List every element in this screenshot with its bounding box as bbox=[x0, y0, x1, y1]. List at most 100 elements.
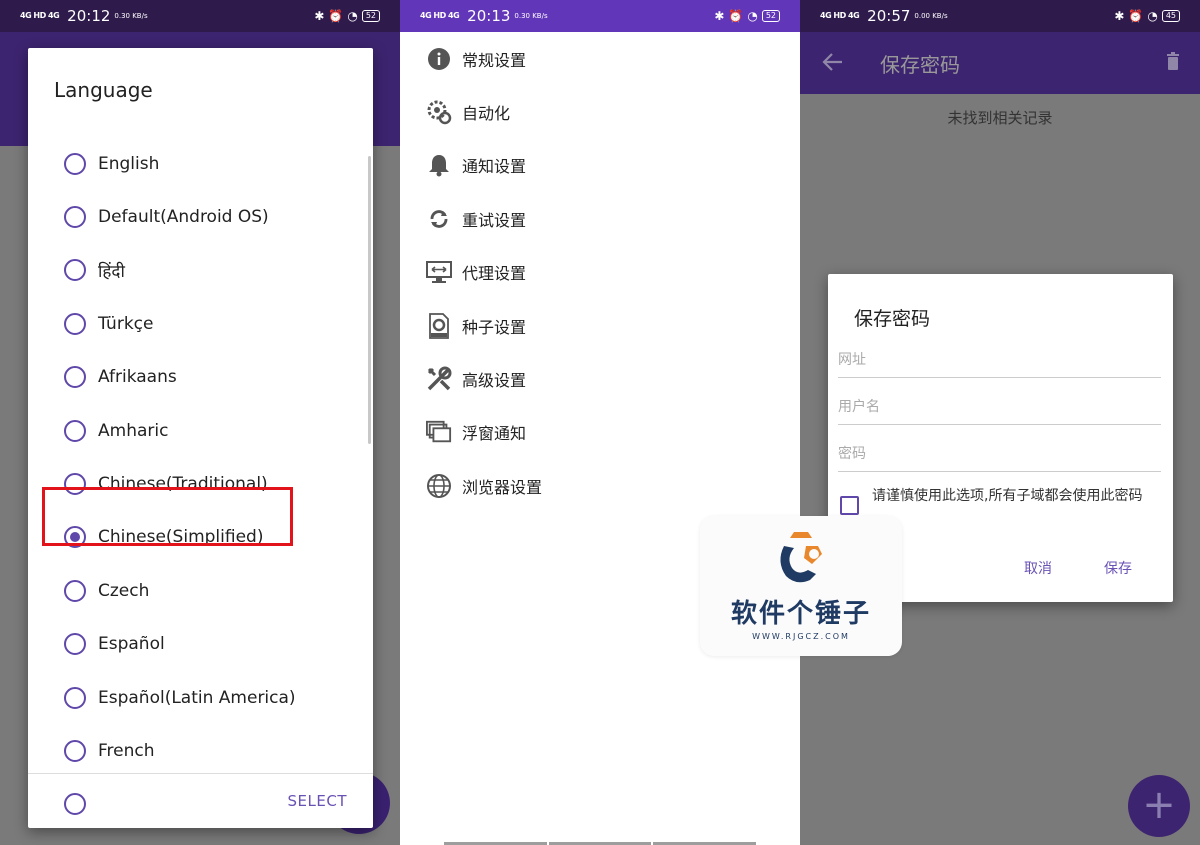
settings-menu-item[interactable]: 重试设置 bbox=[400, 192, 800, 245]
language-option[interactable]: English bbox=[28, 137, 373, 190]
signal-indicator: 4G HD 4G bbox=[820, 11, 860, 20]
language-label: English bbox=[98, 153, 160, 174]
settings-screen: 4G HD 4G 20:13 0.30 KB/s ✱ ⏰ ◔ 52 常规设置自动… bbox=[400, 0, 800, 845]
add-button[interactable]: + bbox=[1128, 775, 1190, 837]
divider bbox=[28, 773, 373, 774]
cancel-button[interactable]: 取消 bbox=[1024, 558, 1052, 578]
language-option[interactable]: Afrikaans bbox=[28, 351, 373, 404]
language-option[interactable]: Español bbox=[28, 618, 373, 671]
radio-unchecked-icon[interactable] bbox=[64, 206, 86, 229]
network-speed: 0.00 KB/s bbox=[914, 12, 948, 20]
save-button[interactable]: 保存 bbox=[1104, 558, 1132, 578]
back-arrow-icon[interactable] bbox=[822, 50, 844, 74]
wifi-icon: ◔ bbox=[747, 9, 758, 23]
radio-unchecked-icon[interactable] bbox=[64, 686, 86, 709]
alarm-icon: ⏰ bbox=[1128, 9, 1144, 23]
globe-icon bbox=[426, 473, 452, 499]
radio-unchecked-icon[interactable] bbox=[64, 579, 86, 602]
alarm-icon: ⏰ bbox=[328, 9, 344, 23]
url-input[interactable] bbox=[838, 346, 1161, 368]
settings-menu-item[interactable]: 代理设置 bbox=[400, 246, 800, 299]
status-bar: 4G HD 4G 20:57 0.00 KB/s ✱ ⏰ ◔ 45 bbox=[800, 0, 1200, 32]
settings-menu-item[interactable]: 自动化 bbox=[400, 85, 800, 138]
language-option[interactable]: Español(Latin America) bbox=[28, 671, 373, 724]
save-password-screen: 4G HD 4G 20:57 0.00 KB/s ✱ ⏰ ◔ 45 保存密码 未… bbox=[800, 0, 1200, 845]
battery-indicator: 45 bbox=[1161, 10, 1180, 22]
password-input[interactable] bbox=[838, 440, 1161, 462]
radio-unchecked-icon[interactable] bbox=[64, 633, 86, 656]
dialog-title: Language bbox=[54, 78, 153, 102]
menu-item-label: 通知设置 bbox=[462, 157, 527, 177]
signal-indicator: 4G HD 4G bbox=[420, 11, 460, 20]
alarm-icon: ⏰ bbox=[728, 9, 744, 23]
floating-window-icon bbox=[426, 419, 452, 445]
refresh-icon bbox=[426, 206, 452, 232]
menu-item-label: 浏览器设置 bbox=[462, 477, 543, 497]
language-label: Türkçe bbox=[98, 313, 154, 334]
checkbox-label: 请谨慎使用此选项,所有子域都会使用此密码 bbox=[872, 488, 1143, 504]
automation-icon bbox=[426, 99, 452, 125]
radio-unchecked-icon[interactable] bbox=[64, 366, 86, 389]
subdomain-checkbox[interactable] bbox=[840, 496, 859, 515]
language-label: हिंदी bbox=[98, 261, 125, 282]
network-speed: 0.30 KB/s bbox=[514, 12, 548, 20]
network-speed: 0.30 KB/s bbox=[114, 12, 148, 20]
radio-unchecked-icon[interactable] bbox=[64, 419, 86, 442]
bluetooth-icon: ✱ bbox=[1114, 9, 1125, 23]
settings-menu-item[interactable]: 浮窗通知 bbox=[400, 406, 800, 459]
selection-highlight-box bbox=[42, 487, 293, 546]
settings-menu-item[interactable]: 高级设置 bbox=[400, 352, 800, 405]
language-label: Español(Latin America) bbox=[98, 687, 296, 708]
settings-menu-item[interactable]: 通知设置 bbox=[400, 139, 800, 192]
app-bar: 保存密码 bbox=[800, 32, 1200, 94]
watermark-url: WWW.RJGCZ.COM bbox=[752, 632, 850, 641]
language-label: Amharic bbox=[98, 420, 169, 441]
radio-unchecked-icon[interactable] bbox=[64, 793, 86, 816]
wrench-icon bbox=[426, 366, 452, 392]
menu-item-label: 代理设置 bbox=[462, 264, 527, 284]
empty-state-text: 未找到相关记录 bbox=[947, 109, 1053, 127]
radio-unchecked-icon[interactable] bbox=[64, 152, 86, 175]
proxy-icon bbox=[426, 259, 452, 285]
settings-menu-item[interactable]: 常规设置 bbox=[400, 32, 800, 85]
language-option[interactable]: Czech bbox=[28, 564, 373, 617]
watermark-text: 软件个锤子 bbox=[730, 599, 871, 629]
battery-indicator: 52 bbox=[761, 10, 780, 22]
language-label: French bbox=[98, 740, 155, 761]
page-title: 保存密码 bbox=[880, 53, 960, 77]
dialog-title: 保存密码 bbox=[854, 308, 931, 330]
logo-mark-icon bbox=[780, 532, 822, 583]
menu-item-label: 种子设置 bbox=[462, 317, 527, 337]
language-option[interactable]: हिंदी bbox=[28, 244, 373, 297]
url-field bbox=[838, 346, 1161, 378]
radio-unchecked-icon[interactable] bbox=[64, 312, 86, 335]
radio-unchecked-icon[interactable] bbox=[64, 739, 86, 762]
language-option[interactable]: Amharic bbox=[28, 404, 373, 457]
settings-menu-item[interactable]: 浏览器设置 bbox=[400, 459, 800, 512]
menu-item-label: 常规设置 bbox=[462, 50, 527, 70]
bell-icon bbox=[426, 152, 452, 178]
language-screen: 4G HD 4G 20:12 0.30 KB/s ✱ ⏰ ◔ 52 Langua… bbox=[0, 0, 400, 845]
menu-item-label: 重试设置 bbox=[462, 210, 527, 230]
radio-unchecked-icon[interactable] bbox=[64, 259, 86, 282]
language-label: Afrikaans bbox=[98, 367, 177, 388]
wifi-icon: ◔ bbox=[347, 9, 358, 23]
scrollbar[interactable] bbox=[368, 156, 371, 444]
status-time: 20:12 bbox=[67, 7, 111, 25]
battery-indicator: 52 bbox=[361, 10, 380, 22]
menu-item-label: 高级设置 bbox=[462, 371, 527, 391]
language-option[interactable]: French bbox=[28, 724, 373, 777]
trash-icon[interactable] bbox=[1166, 52, 1180, 70]
watermark-logo: 软件个锤子 WWW.RJGCZ.COM bbox=[700, 516, 902, 656]
status-bar: 4G HD 4G 20:13 0.30 KB/s ✱ ⏰ ◔ 52 bbox=[400, 0, 800, 32]
settings-menu-item[interactable]: 种子设置 bbox=[400, 299, 800, 352]
signal-indicator: 4G HD 4G bbox=[20, 11, 60, 20]
select-button[interactable]: SELECT bbox=[288, 792, 347, 810]
password-field bbox=[838, 440, 1161, 472]
language-option[interactable]: Türkçe bbox=[28, 297, 373, 350]
language-dialog: Language English Default(Android OS) हिंदी… bbox=[28, 48, 373, 828]
username-input[interactable] bbox=[838, 393, 1161, 415]
language-option[interactable]: Default(Android OS) bbox=[28, 190, 373, 243]
language-list[interactable]: English Default(Android OS) हिंदी Türkçe Afr… bbox=[28, 137, 373, 823]
torrent-icon bbox=[426, 312, 452, 339]
